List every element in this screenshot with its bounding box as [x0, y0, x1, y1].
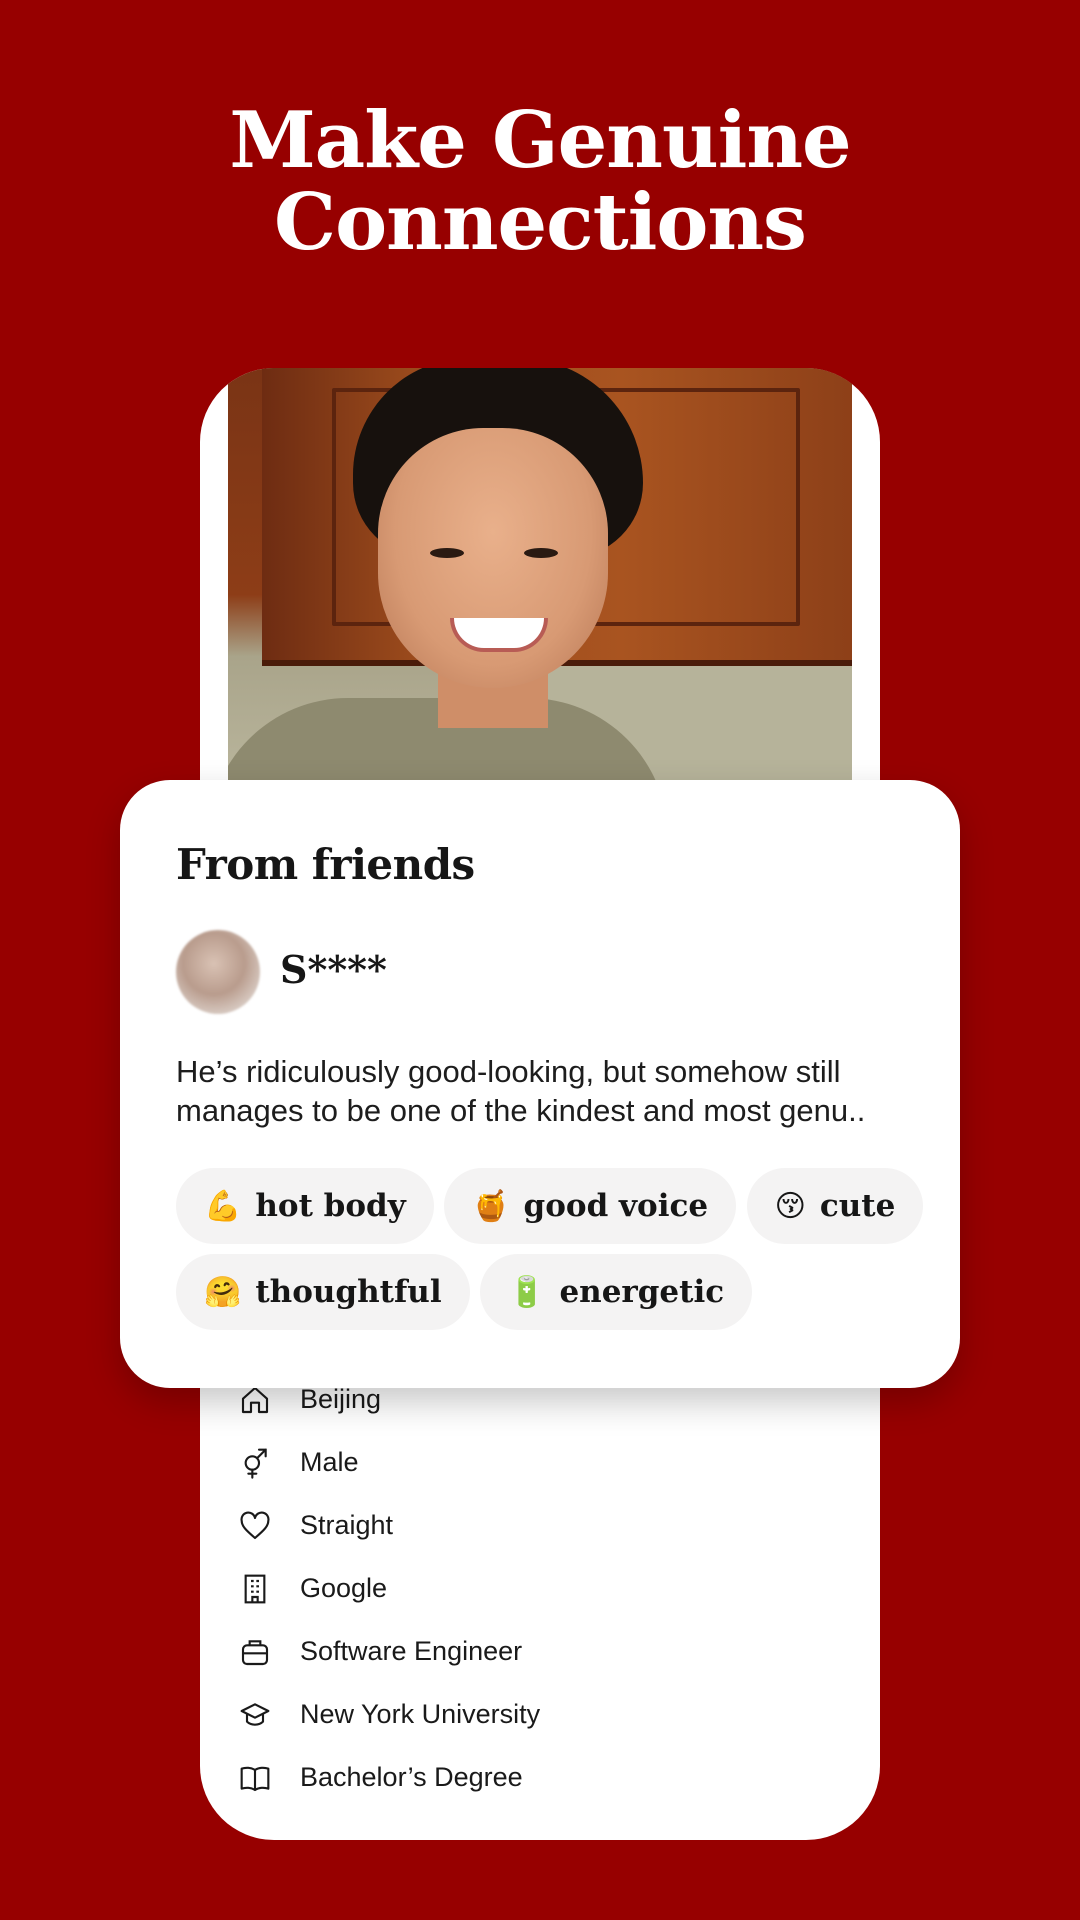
info-gender: Male: [300, 1447, 359, 1477]
info-row-school: New York University: [238, 1683, 838, 1746]
tag-hot-body: 💪 hot body: [176, 1168, 434, 1244]
headline: Make Genuine Connections: [0, 100, 1080, 264]
info-row-company: Google: [238, 1557, 838, 1620]
tag-cute: 😚 cute: [746, 1168, 924, 1244]
profile-info-list: Beijing Male Straight Google Software En…: [238, 1368, 838, 1809]
book-icon: [238, 1761, 272, 1795]
honey-pot-icon: 🍯: [472, 1188, 510, 1224]
building-icon: [238, 1572, 272, 1606]
friend-name: S****: [280, 947, 387, 992]
profile-photo: [228, 368, 852, 780]
friend-quote: He’s ridiculously good-looking, but some…: [176, 1054, 866, 1128]
info-row-job: Software Engineer: [238, 1620, 838, 1683]
info-job: Software Engineer: [300, 1636, 523, 1666]
info-orientation: Straight: [300, 1510, 394, 1540]
hugging-face-icon: 🤗: [204, 1274, 242, 1310]
tag-good-voice: 🍯 good voice: [444, 1168, 737, 1244]
headline-line-2: Connections: [274, 177, 807, 268]
card-title: From friends: [176, 840, 475, 889]
info-school: New York University: [300, 1699, 541, 1729]
tag-thoughtful: 🤗 thoughtful: [176, 1254, 470, 1330]
friends-review-card: From friends S**** He’s ridiculously goo…: [120, 780, 960, 1388]
info-row-gender: Male: [238, 1431, 838, 1494]
info-row-degree: Bachelor’s Degree: [238, 1746, 838, 1809]
graduation-cap-icon: [238, 1698, 272, 1732]
info-location: Beijing: [300, 1384, 382, 1414]
friend-avatar: [176, 930, 260, 1014]
tag-energetic: 🔋 energetic: [480, 1254, 753, 1330]
gender-icon: [238, 1446, 272, 1480]
info-company: Google: [300, 1573, 388, 1603]
trait-tags: 💪 hot body 🍯 good voice 😚 cute 🤗 thoughtful …: [176, 1168, 936, 1340]
heart-icon: [238, 1509, 272, 1543]
briefcase-icon: [238, 1635, 272, 1669]
info-row-orientation: Straight: [238, 1494, 838, 1557]
battery-icon: 🔋: [508, 1274, 546, 1310]
headline-line-1: Make Genuine: [229, 95, 851, 186]
kissing-face-icon: 😚: [774, 1188, 806, 1224]
flexed-biceps-icon: 💪: [204, 1188, 242, 1224]
info-degree: Bachelor’s Degree: [300, 1762, 523, 1792]
